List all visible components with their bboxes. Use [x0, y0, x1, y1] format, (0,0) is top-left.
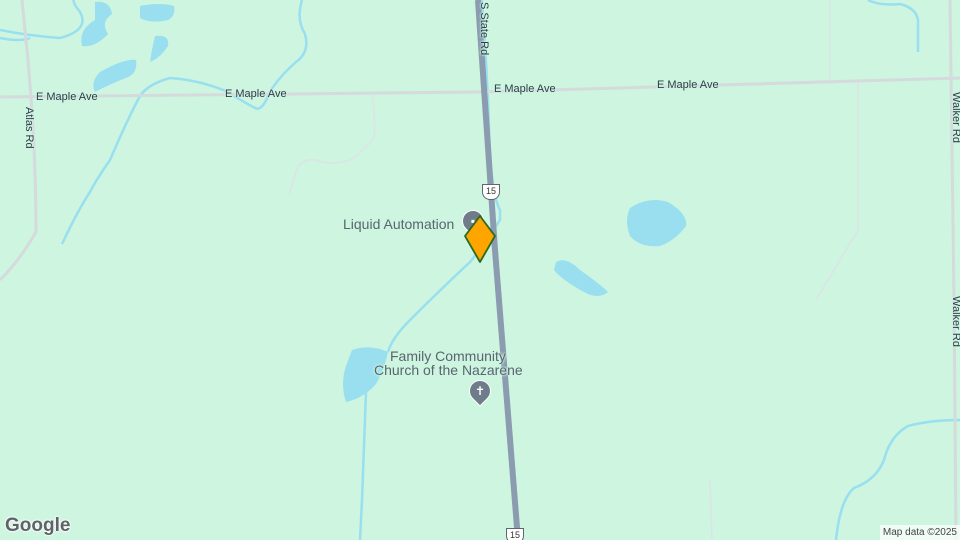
- road-label-e-maple-ave: E Maple Ave: [657, 79, 719, 91]
- map-canvas[interactable]: E Maple Ave E Maple Ave E Maple Ave E Ma…: [0, 0, 960, 540]
- pond: [627, 200, 687, 247]
- map-attribution[interactable]: Map data ©2025: [879, 525, 960, 540]
- pond: [554, 260, 608, 296]
- poi-label-church-line2[interactable]: Church of the Nazarene: [374, 363, 523, 377]
- road-label-walker-rd: Walker Rd: [950, 92, 960, 143]
- route-shield-15: 15: [482, 184, 500, 200]
- pond: [140, 4, 175, 22]
- road-label-atlas-rd: Atlas Rd: [23, 107, 35, 149]
- google-logo: Google: [5, 515, 71, 536]
- pond: [93, 59, 137, 92]
- road-label-e-maple-ave: E Maple Ave: [36, 91, 98, 103]
- road-label-walker-rd: Walker Rd: [950, 296, 960, 347]
- location-marker-icon[interactable]: [462, 214, 498, 264]
- pond: [150, 35, 169, 62]
- route-shield-15: 15: [506, 528, 524, 540]
- pond: [81, 1, 112, 47]
- cross-icon: ✝: [474, 384, 486, 398]
- map-base-layer: [0, 0, 960, 540]
- road-label-s-state-rd: S State Rd: [478, 2, 490, 56]
- road-label-e-maple-ave: E Maple Ave: [225, 88, 287, 100]
- poi-label-church-line1[interactable]: Family Community: [390, 349, 506, 363]
- poi-label-liquid-automation[interactable]: Liquid Automation: [343, 217, 454, 231]
- road-label-e-maple-ave: E Maple Ave: [494, 83, 556, 95]
